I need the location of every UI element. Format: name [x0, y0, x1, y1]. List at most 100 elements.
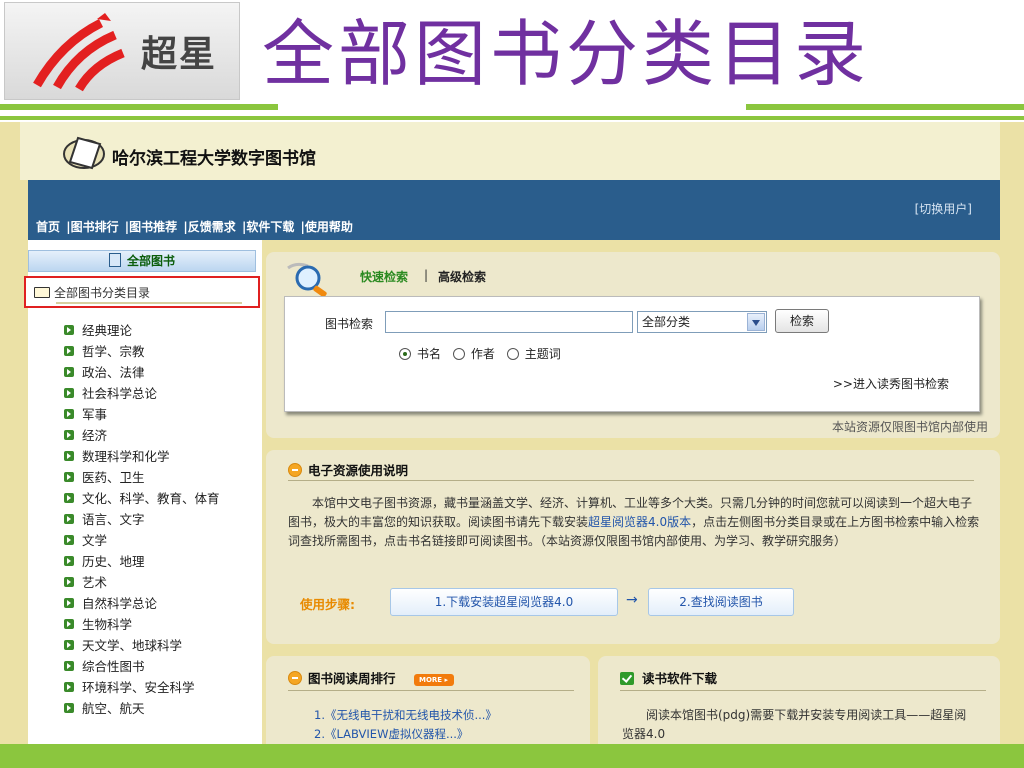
category-item[interactable]: 政治、法律	[64, 362, 260, 383]
library-name: 哈尔滨工程大学数字图书馆	[112, 149, 316, 169]
category-label: 历史、地理	[82, 554, 145, 569]
category-item[interactable]: 综合性图书	[64, 656, 260, 677]
radio-subject[interactable]	[506, 348, 519, 360]
category-directory-highlight[interactable]: 全部图书分类目录	[24, 276, 260, 308]
category-item[interactable]: 环境科学、安全科学	[64, 677, 260, 698]
search-button[interactable]: 检索	[775, 309, 829, 333]
category-label: 文学	[82, 533, 108, 548]
title-rule-right	[746, 104, 1024, 110]
category-label: 航空、航天	[82, 701, 145, 716]
radio-title[interactable]	[399, 348, 411, 360]
chevron-down-icon[interactable]	[747, 313, 765, 331]
radio-author[interactable]	[452, 348, 465, 360]
category-label: 艺术	[82, 575, 108, 590]
nav-recommend[interactable]: |图书推荐	[125, 220, 177, 234]
category-label: 生物科学	[82, 617, 133, 632]
ranking-list: 1.《无线电干扰和无线电技术侦...》 2.《LABVIEW虚拟仪器程...》	[314, 706, 497, 744]
info-icon	[288, 671, 302, 685]
arrow-bullet-icon	[64, 640, 74, 650]
category-item[interactable]: 艺术	[64, 572, 260, 593]
arrow-bullet-icon	[64, 493, 74, 503]
more-button[interactable]: MORE ▸	[413, 674, 454, 686]
category-item[interactable]: 文化、科学、教育、体育	[64, 488, 260, 509]
duxiu-search-link[interactable]: >>进入读秀图书检索	[833, 375, 949, 392]
category-label: 天文学、地球科学	[82, 638, 183, 653]
library-logo-icon	[63, 136, 105, 170]
nav-bar: [切换用户] 首页 |图书排行 |图书推荐 |反馈需求 |软件下载 |使用帮助	[28, 180, 1000, 240]
nav-home[interactable]: 首页	[36, 220, 60, 234]
arrow-bullet-icon	[64, 472, 74, 482]
search-panel: 快速检索 | 高级检索 图书检索 全部分类 检索 书名 作者 主题词 >>进入读…	[266, 252, 1000, 438]
search-form: 图书检索 全部分类 检索 书名 作者 主题词 >>进入读秀图书检索	[284, 296, 980, 412]
logo-text: 超星	[141, 34, 218, 75]
arrow-bullet-icon	[64, 556, 74, 566]
magnifier-icon	[287, 262, 327, 296]
reader-download-link[interactable]: 超星阅览器4.0版本	[588, 515, 691, 529]
category-item[interactable]: 医药、卫生	[64, 467, 260, 488]
switch-user-link[interactable]: [切换用户]	[915, 200, 972, 217]
download-panel: 读书软件下载 阅读本馆图书(pdg)需要下载并安装专用阅读工具——超星阅览器4.…	[598, 656, 1000, 744]
eresource-title: 电子资源使用说明	[288, 460, 408, 479]
arrow-bullet-icon	[64, 598, 74, 608]
nav-links: 首页 |图书排行 |图书推荐 |反馈需求 |软件下载 |使用帮助	[36, 218, 355, 235]
nav-ranking[interactable]: |图书排行	[66, 220, 118, 234]
arrow-bullet-icon	[64, 430, 74, 440]
category-label: 医药、卫生	[82, 470, 145, 485]
arrow-bullet-icon	[64, 682, 74, 692]
check-icon	[620, 672, 634, 685]
library-header: 哈尔滨工程大学数字图书馆	[20, 122, 1000, 180]
tab-quick-search[interactable]: 快速检索	[360, 268, 408, 285]
category-label: 军事	[82, 407, 108, 422]
category-item[interactable]: 文学	[64, 530, 260, 551]
eresource-title-text: 电子资源使用说明	[308, 463, 409, 478]
tab-advanced-search[interactable]: 高级检索	[438, 268, 486, 285]
category-item[interactable]: 军事	[64, 404, 260, 425]
category-item[interactable]: 航空、航天	[64, 698, 260, 719]
arrow-bullet-icon	[64, 388, 74, 398]
eresource-divider	[288, 480, 974, 481]
download-divider	[620, 690, 986, 691]
category-select[interactable]: 全部分类	[637, 311, 767, 333]
ranking-divider	[288, 690, 574, 691]
radio-author-label: 作者	[470, 347, 495, 361]
slide-title: 全部图书分类目录	[262, 12, 871, 96]
category-item[interactable]: 社会科学总论	[64, 383, 260, 404]
category-list: 经典理论 哲学、宗教 政治、法律 社会科学总论 军事 经济 数理科学和化学 医药…	[64, 320, 260, 719]
arrow-bullet-icon	[64, 451, 74, 461]
download-title: 读书软件下载	[620, 668, 717, 687]
eresource-panel: 电子资源使用说明 本馆中文电子图书资源，藏书量涵盖文学、经济、计算机、工业等多个…	[266, 450, 1000, 644]
category-item[interactable]: 自然科学总论	[64, 593, 260, 614]
category-item[interactable]: 数理科学和化学	[64, 446, 260, 467]
category-item[interactable]: 语言、文字	[64, 509, 260, 530]
category-label: 自然科学总论	[82, 596, 158, 611]
category-item[interactable]: 哲学、宗教	[64, 341, 260, 362]
step-find-button[interactable]: 2.查找阅读图书	[648, 588, 794, 616]
category-label: 环境科学、安全科学	[82, 680, 195, 695]
category-item[interactable]: 生物科学	[64, 614, 260, 635]
category-item[interactable]: 经济	[64, 425, 260, 446]
ranking-item[interactable]: 2.《LABVIEW虚拟仪器程...》	[314, 725, 497, 744]
all-books-header[interactable]: 全部图书	[28, 250, 256, 272]
ranking-item[interactable]: 1.《无线电干扰和无线电技术侦...》	[314, 706, 497, 725]
arrow-bullet-icon	[64, 619, 74, 629]
arrow-bullet-icon	[64, 409, 74, 419]
nav-download[interactable]: |软件下载	[242, 220, 294, 234]
category-label: 政治、法律	[82, 365, 145, 380]
title-rule-full	[0, 116, 1024, 120]
bottom-band	[0, 744, 1024, 768]
category-item[interactable]: 天文学、地球科学	[64, 635, 260, 656]
category-item[interactable]: 经典理论	[64, 320, 260, 341]
arrow-bullet-icon	[64, 535, 74, 545]
search-input[interactable]	[385, 311, 633, 333]
chaoxing-logo-icon	[33, 13, 125, 92]
nav-help[interactable]: |使用帮助	[301, 220, 353, 234]
tab-separator: |	[424, 268, 429, 282]
category-item[interactable]: 历史、地理	[64, 551, 260, 572]
chaoxing-logo: 超星	[4, 2, 240, 100]
title-rule-left	[0, 104, 278, 110]
arrow-bullet-icon	[64, 661, 74, 671]
step-download-button[interactable]: 1.下载安装超星阅览器4.0	[390, 588, 618, 616]
nav-feedback[interactable]: |反馈需求	[183, 220, 235, 234]
category-directory-label: 全部图书分类目录	[54, 286, 151, 300]
book-list-icon	[108, 253, 121, 267]
